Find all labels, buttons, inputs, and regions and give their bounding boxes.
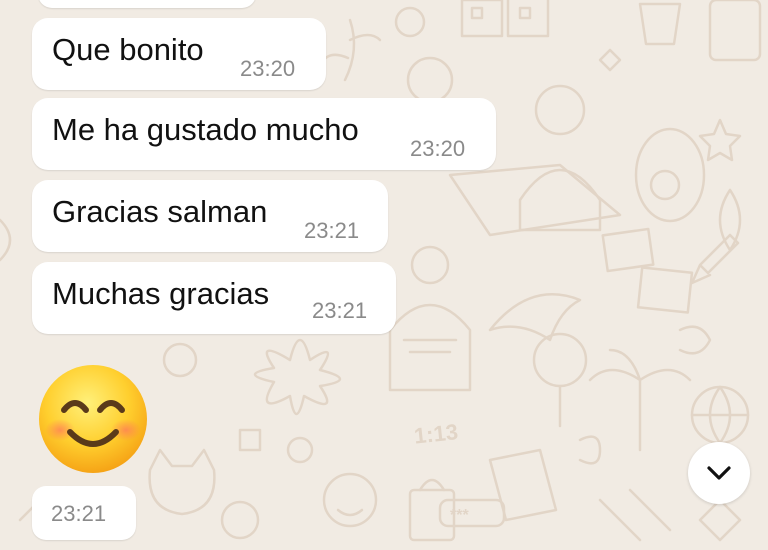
doodle-clock-text: 1:13 [413,419,459,448]
message-text: Gracias salman [52,194,268,229]
message-timestamp: 23:21 [312,298,368,323]
message-timestamp: 23:21 [51,501,107,526]
message-timestamp: 23:21 [304,218,360,243]
message-timestamp: 23:20 [240,56,296,81]
message-bubble[interactable]: Me ha gustado mucho 23:20 [32,98,496,170]
message-timestamp: 23:20 [410,136,466,161]
smiling-face-emoji[interactable] [38,364,148,474]
message-bubble[interactable]: Muchas gracias 23:21 [32,262,396,334]
emoji-timestamp-bubble: 23:21 [32,486,136,540]
message-text: Que bonito [52,32,204,67]
doodle-password-text: *** [450,507,469,524]
message-text: Muchas gracias [52,276,270,311]
message-bubble[interactable]: Gracias salman 23:21 [32,180,388,252]
message-text: Me ha gustado mucho [52,112,359,147]
chevron-down-icon [707,466,731,480]
message-bubble[interactable]: Que bonito 23:20 [32,18,326,90]
scroll-down-button[interactable] [688,442,750,504]
previous-message-bubble [38,0,256,8]
